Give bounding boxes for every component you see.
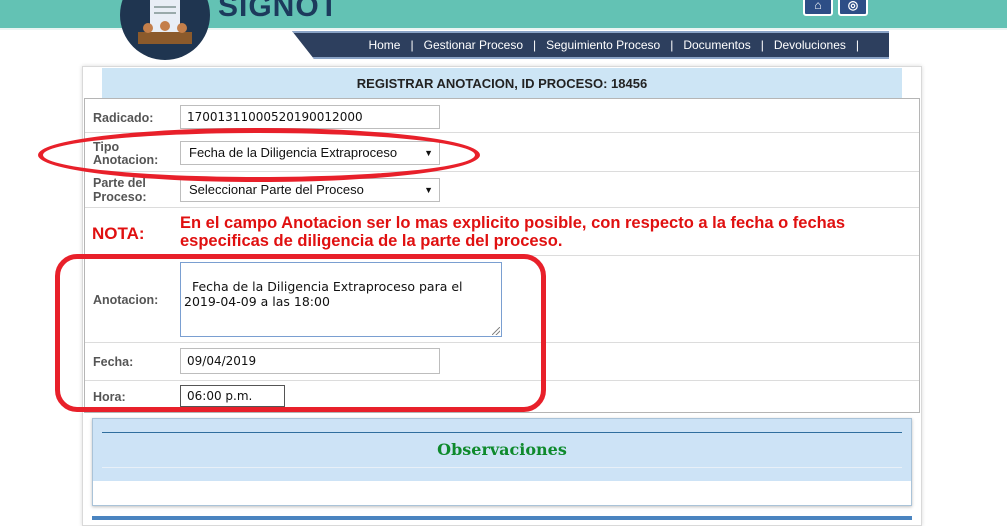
nav-documentos[interactable]: Documentos <box>673 38 760 52</box>
brand-title: SIGNOT <box>218 0 340 23</box>
nav-gestionar-proceso[interactable]: Gestionar Proceso <box>414 38 533 52</box>
form-title: REGISTRAR ANOTACION, ID PROCESO: 18456 <box>102 68 902 98</box>
bottom-section-bar <box>92 516 912 520</box>
parte-proceso-label-line1: Parte del <box>93 176 146 190</box>
observaciones-divider-top <box>102 432 902 433</box>
observaciones-divider-bottom <box>102 467 902 468</box>
main-navbar: Home | Gestionar Proceso | Seguimiento P… <box>292 31 889 59</box>
nav-devoluciones[interactable]: Devoluciones <box>764 38 856 52</box>
parte-proceso-select[interactable]: Seleccionar Parte del Proceso ▼ <box>180 178 440 202</box>
logo-icon <box>120 0 210 60</box>
radicado-field[interactable]: 17001311000520190012000 <box>180 105 440 129</box>
home-social-icon[interactable]: ⌂ <box>803 0 833 16</box>
observaciones-title: Observaciones <box>437 440 567 459</box>
nota-text: En el campo Anotacion ser lo mas explici… <box>180 214 846 250</box>
nav-seguimiento-proceso[interactable]: Seguimiento Proceso <box>536 38 670 52</box>
nota-label: NOTA: <box>92 224 145 243</box>
nav-separator: | <box>855 38 859 52</box>
nav-home[interactable]: Home <box>358 38 410 52</box>
highlight-ellipse <box>38 128 480 182</box>
instagram-icon[interactable]: ◎ <box>838 0 868 16</box>
parte-proceso-selected: Seleccionar Parte del Proceso <box>189 182 364 197</box>
radicado-label: Radicado: <box>93 111 154 125</box>
highlight-rectangle <box>55 254 546 412</box>
parte-proceso-label-line2: Proceso: <box>93 190 147 204</box>
dropdown-arrow-icon: ▼ <box>424 185 433 195</box>
